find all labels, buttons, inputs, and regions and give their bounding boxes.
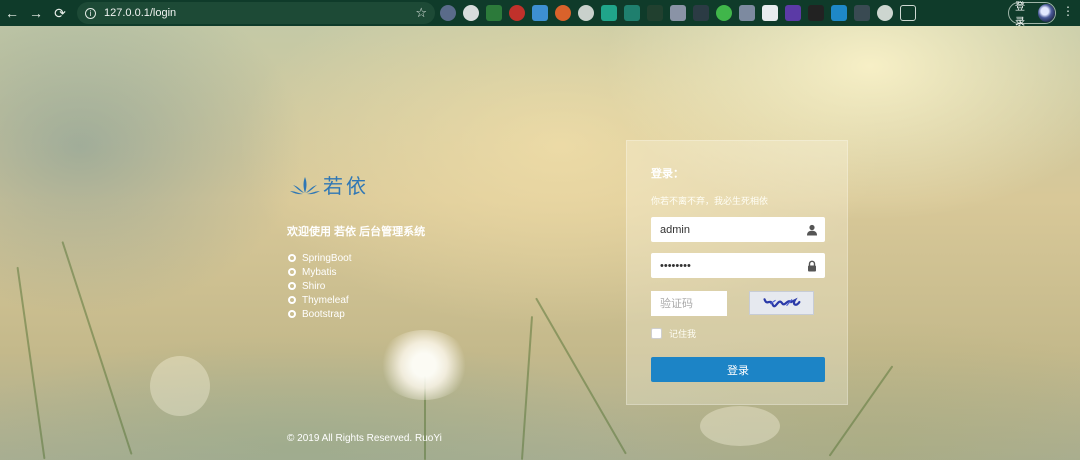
logo-text: 若依 bbox=[323, 174, 369, 198]
user-icon bbox=[807, 224, 817, 235]
extension-icon[interactable] bbox=[509, 5, 525, 21]
logo: 若依 bbox=[290, 170, 369, 199]
grass-stem bbox=[535, 297, 627, 455]
extensions-row bbox=[440, 4, 916, 22]
bullet-icon bbox=[288, 282, 296, 290]
extension-icon[interactable] bbox=[854, 5, 870, 21]
sign-in-label: 登录 bbox=[1015, 2, 1025, 28]
tech-label: Mybatis bbox=[302, 266, 337, 278]
tech-label: Shiro bbox=[302, 280, 326, 292]
extension-icon[interactable] bbox=[831, 5, 847, 21]
username-input[interactable] bbox=[651, 217, 796, 242]
extension-icon[interactable] bbox=[647, 5, 663, 21]
extension-icon[interactable] bbox=[762, 5, 778, 21]
list-item: Mybatis bbox=[288, 265, 351, 279]
password-field bbox=[651, 253, 825, 278]
footer-copyright: © 2019 All Rights Reserved. RuoYi bbox=[287, 433, 442, 444]
forward-arrow-icon[interactable]: → bbox=[24, 0, 48, 26]
grass-stem bbox=[16, 266, 46, 460]
extensions-puzzle-icon[interactable] bbox=[900, 5, 916, 21]
lock-icon bbox=[808, 260, 816, 271]
bokeh-light bbox=[700, 406, 780, 446]
extension-icon[interactable] bbox=[624, 5, 640, 21]
lotus-logo-icon bbox=[290, 176, 320, 194]
list-item: Thymeleaf bbox=[288, 293, 351, 307]
extension-icon[interactable] bbox=[463, 5, 479, 21]
extension-icon[interactable] bbox=[601, 5, 617, 21]
extension-icon[interactable] bbox=[486, 5, 502, 21]
list-item: Shiro bbox=[288, 279, 351, 293]
grass-stem bbox=[520, 316, 534, 460]
background-photo bbox=[0, 26, 1080, 460]
list-item: SpringBoot bbox=[288, 251, 351, 265]
grass-stem bbox=[61, 241, 133, 455]
list-item: Bootstrap bbox=[288, 307, 351, 321]
bookmark-star-icon[interactable]: ☆ bbox=[415, 5, 427, 21]
remember-me[interactable]: 记住我 bbox=[651, 327, 696, 340]
address-url: 127.0.0.1/login bbox=[104, 7, 177, 19]
remember-checkbox[interactable] bbox=[651, 328, 662, 339]
extension-icon[interactable] bbox=[532, 5, 548, 21]
bullet-icon bbox=[288, 254, 296, 262]
username-field bbox=[651, 217, 825, 242]
login-subtitle: 你若不离不弃，我必生死相依 bbox=[651, 196, 769, 206]
tech-list: SpringBoot Mybatis Shiro Thymeleaf Boots… bbox=[288, 251, 351, 321]
tech-label: Thymeleaf bbox=[302, 294, 349, 306]
profile-sign-in-button[interactable]: 登录 bbox=[1008, 2, 1056, 28]
password-input[interactable] bbox=[651, 253, 796, 278]
extension-icon[interactable] bbox=[693, 5, 709, 21]
extension-icon[interactable] bbox=[440, 5, 456, 21]
dandelion-flower bbox=[378, 330, 470, 400]
avatar bbox=[1037, 4, 1055, 22]
extension-icon[interactable] bbox=[555, 5, 571, 21]
login-title: 登录： bbox=[651, 168, 684, 180]
tech-label: Bootstrap bbox=[302, 308, 345, 320]
address-bar[interactable]: i 127.0.0.1/login ☆ bbox=[77, 2, 435, 24]
extension-icon[interactable] bbox=[877, 5, 893, 21]
more-menu-icon[interactable]: ⋮ bbox=[1062, 4, 1074, 18]
bullet-icon bbox=[288, 268, 296, 276]
captcha-input[interactable] bbox=[651, 291, 727, 316]
back-arrow-icon[interactable]: ← bbox=[0, 0, 24, 26]
reload-icon[interactable]: ⟳ bbox=[48, 0, 72, 26]
tech-label: SpringBoot bbox=[302, 252, 352, 264]
welcome-text: 欢迎使用 若依 后台管理系统 bbox=[287, 226, 426, 238]
extension-icon[interactable] bbox=[578, 5, 594, 21]
captcha-field bbox=[651, 291, 727, 316]
extension-icon[interactable] bbox=[739, 5, 755, 21]
captcha-image[interactable] bbox=[749, 291, 814, 315]
extension-icon[interactable] bbox=[670, 5, 686, 21]
bullet-icon bbox=[288, 296, 296, 304]
bullet-icon bbox=[288, 310, 296, 318]
login-button[interactable]: 登录 bbox=[651, 357, 825, 382]
captcha-scribble bbox=[763, 297, 801, 308]
bokeh-light bbox=[150, 356, 210, 416]
site-info-icon[interactable]: i bbox=[85, 7, 96, 19]
extension-icon[interactable] bbox=[785, 5, 801, 21]
extension-icon[interactable] bbox=[808, 5, 824, 21]
extension-icon[interactable] bbox=[716, 5, 732, 21]
remember-label: 记住我 bbox=[669, 329, 697, 339]
login-card: 登录： 你若不离不弃，我必生死相依 记住我 登录 bbox=[626, 140, 848, 405]
